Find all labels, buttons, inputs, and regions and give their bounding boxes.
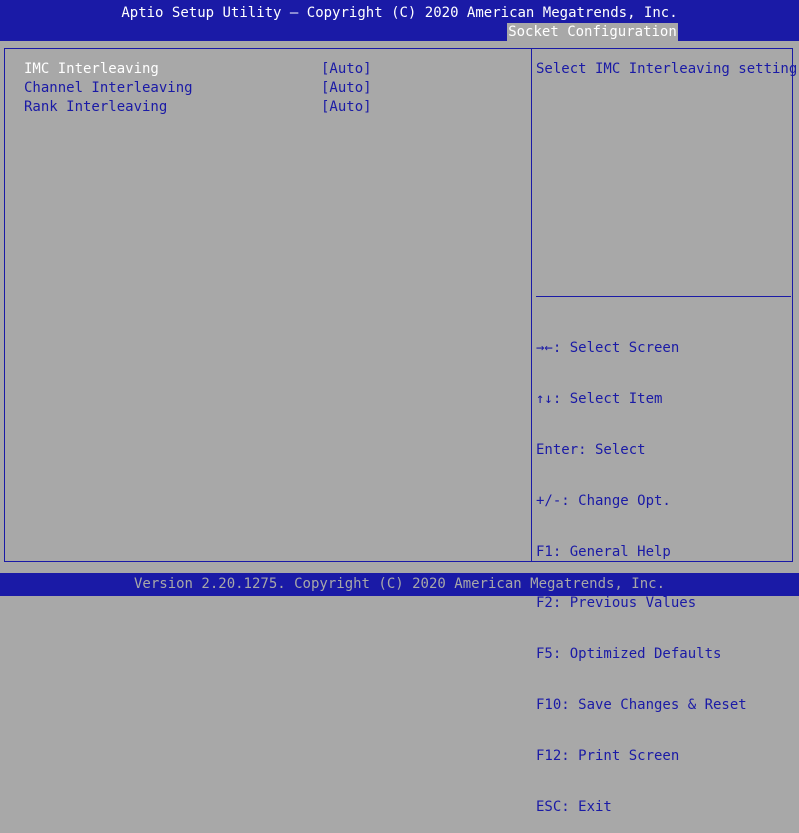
key-change-opt: +/-: Change Opt. (536, 493, 671, 509)
key-optimized-defaults: F5: Optimized Defaults (536, 646, 722, 662)
panel-divider (531, 48, 532, 562)
footer-bar: Version 2.20.1275. Copyright (C) 2020 Am… (0, 573, 799, 596)
setting-label: Rank Interleaving (24, 99, 168, 115)
title-bar: Aptio Setup Utility – Copyright (C) 2020… (0, 0, 799, 41)
tab-socket-configuration[interactable]: Socket Configuration (507, 23, 678, 41)
setting-value[interactable]: [Auto] (321, 79, 372, 98)
key-general-help: F1: General Help (536, 544, 671, 560)
key-enter: Enter: Select (536, 442, 646, 458)
key-select-screen: →←: Select Screen (536, 340, 680, 356)
setting-channel-interleaving[interactable]: Channel Interleaving [Auto] (24, 79, 524, 98)
setting-label: IMC Interleaving (24, 61, 159, 77)
key-previous-values: F2: Previous Values (536, 595, 697, 611)
help-description: Select IMC Interleaving setting (536, 61, 798, 77)
help-divider (536, 296, 791, 297)
setting-label: Channel Interleaving (24, 80, 193, 96)
key-print-screen: F12: Print Screen (536, 748, 680, 764)
version-text: Version 2.20.1275. Copyright (C) 2020 Am… (133, 576, 665, 592)
key-legend: →←: Select Screen ↑↓: Select Item Enter:… (536, 307, 747, 833)
setting-value[interactable]: [Auto] (321, 60, 372, 79)
setting-imc-interleaving[interactable]: IMC Interleaving [Auto] (24, 60, 524, 79)
setting-value[interactable]: [Auto] (321, 98, 372, 117)
key-save-reset: F10: Save Changes & Reset (536, 697, 747, 713)
app-title: Aptio Setup Utility – Copyright (C) 2020… (121, 5, 678, 21)
key-exit: ESC: Exit (536, 799, 612, 815)
setting-rank-interleaving[interactable]: Rank Interleaving [Auto] (24, 98, 524, 117)
key-select-item: ↑↓: Select Item (536, 391, 663, 407)
